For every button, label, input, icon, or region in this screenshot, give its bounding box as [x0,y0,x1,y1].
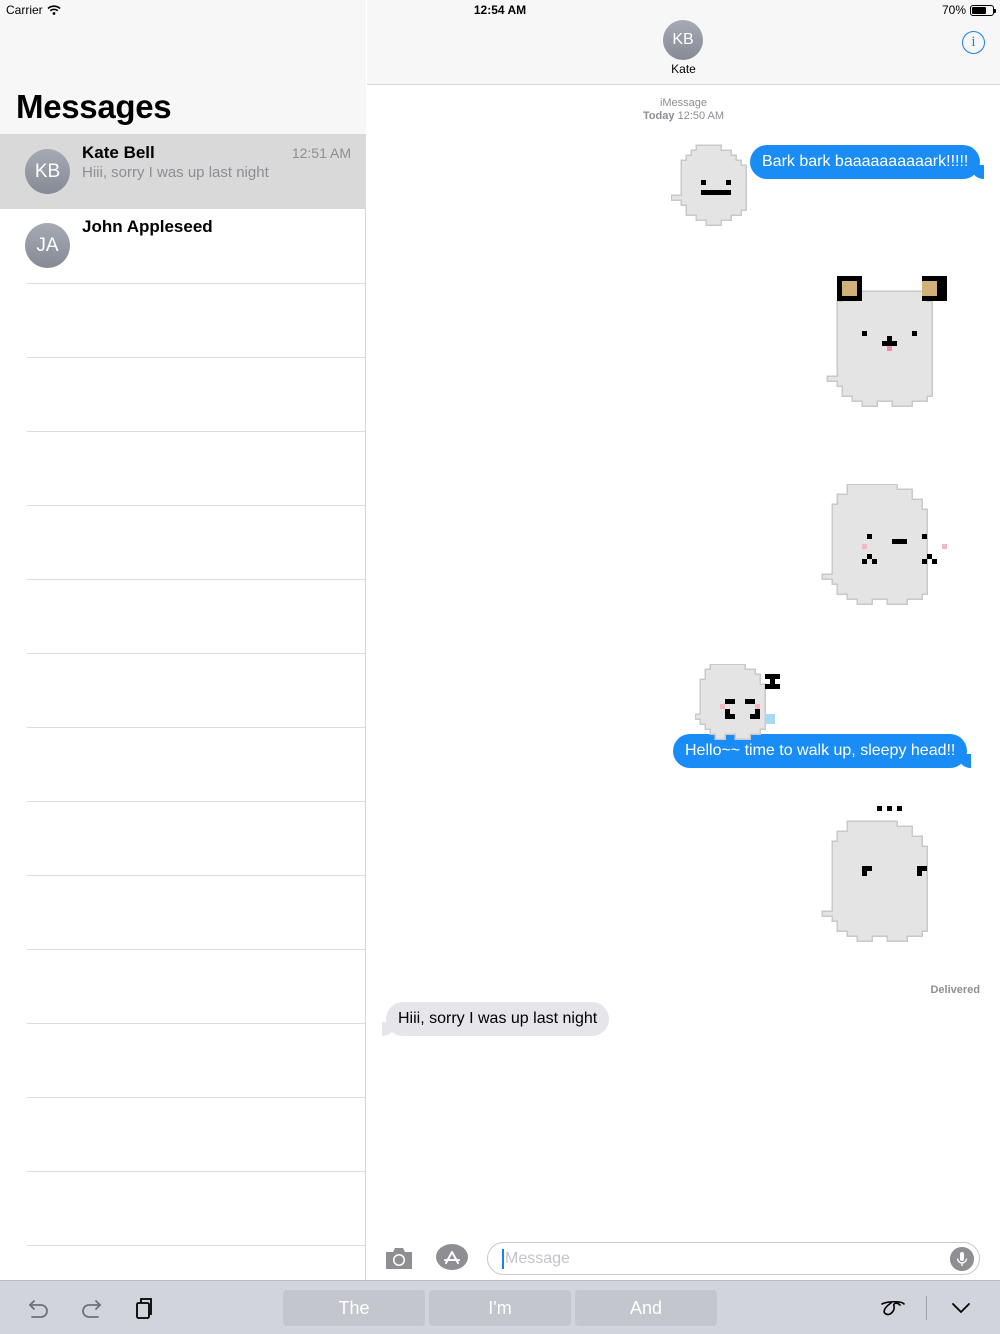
divider [27,579,365,580]
keyboard-shortcut-bar: The I'm And [0,1280,1000,1334]
divider [27,1171,365,1172]
redo-icon[interactable] [78,1295,104,1321]
status-time: 12:54 AM [473,3,527,17]
conversation-row-kate-bell[interactable]: KB Kate Bell Hiii, sorry I was up last n… [0,135,366,209]
suggestion-button[interactable]: The [283,1290,425,1326]
conversation-list: Messages KB Kate Bell Hiii, sorry I was … [0,0,366,1280]
avatar: JA [25,223,70,268]
conversation-pane: KB Kate i iMessage Today 12:50 AM Bark b… [367,0,1000,1280]
compose-bar [367,1234,1000,1280]
suggestion-button[interactable]: I'm [429,1290,571,1326]
mic-icon[interactable] [950,1247,974,1271]
page-title: Messages [16,88,172,125]
battery-indicator: 70% [941,3,996,17]
delivered-status: Delivered [930,984,980,996]
ghost-smile-sticker[interactable] [671,140,761,230]
battery-level [972,6,986,14]
divider [27,283,365,284]
contact-avatar[interactable]: KB [663,20,703,60]
suggestion-button[interactable]: And [575,1290,717,1326]
conversation-row-john-appleseed[interactable]: JA John Appleseed [0,209,366,283]
divider [27,949,365,950]
message-field[interactable] [487,1242,980,1275]
outgoing-message[interactable]: Bark bark baaaaaaaaaark!!!!! [750,145,985,179]
messages-app: Messages KB Kate Bell Hiii, sorry I was … [0,0,1000,1334]
divider [926,1296,927,1320]
divider [27,801,365,802]
handwriting-icon[interactable] [877,1295,909,1321]
info-icon[interactable]: i [962,31,985,54]
divider [27,1245,365,1246]
ghost-blush-sticker[interactable] [817,484,952,614]
divider [27,875,365,876]
divider [27,1023,365,1024]
dismiss-keyboard-icon[interactable] [948,1295,974,1321]
incoming-message[interactable]: Hiii, sorry I was up last night [381,1002,610,1036]
contact-name: Kate Bell [82,143,155,162]
divider [27,431,365,432]
battery-percent: 70% [941,3,966,17]
divider [27,727,365,728]
avatar: KB [25,149,70,194]
ghost-dog-ears-sticker[interactable] [817,276,952,416]
contact-name: John Appleseed [82,217,213,236]
status-bar: Carrier 12:54 AM 70% [0,0,1000,22]
paste-icon[interactable] [131,1295,157,1321]
divider [27,1097,365,1098]
message-input[interactable] [502,1249,932,1269]
date-label: Today [642,110,675,122]
conversation-time: 12:51 AM [291,145,351,161]
ghost-ellipsis-sticker[interactable] [817,806,952,951]
undo-icon[interactable] [26,1295,52,1321]
app-store-icon[interactable] [435,1243,469,1271]
message-preview: Hiii, sorry I was up last night [82,164,269,181]
timestamp: Today 12:50 AM [367,110,1000,122]
battery-icon [970,4,996,16]
date-time: 12:50 AM [677,110,725,122]
divider [27,357,365,358]
ghost-sleepy-sticker[interactable] [695,664,800,749]
contact-name[interactable]: Kate [367,62,1000,76]
camera-icon[interactable] [383,1245,415,1271]
divider [27,653,365,654]
divider [27,505,365,506]
service-label: iMessage [659,97,708,109]
